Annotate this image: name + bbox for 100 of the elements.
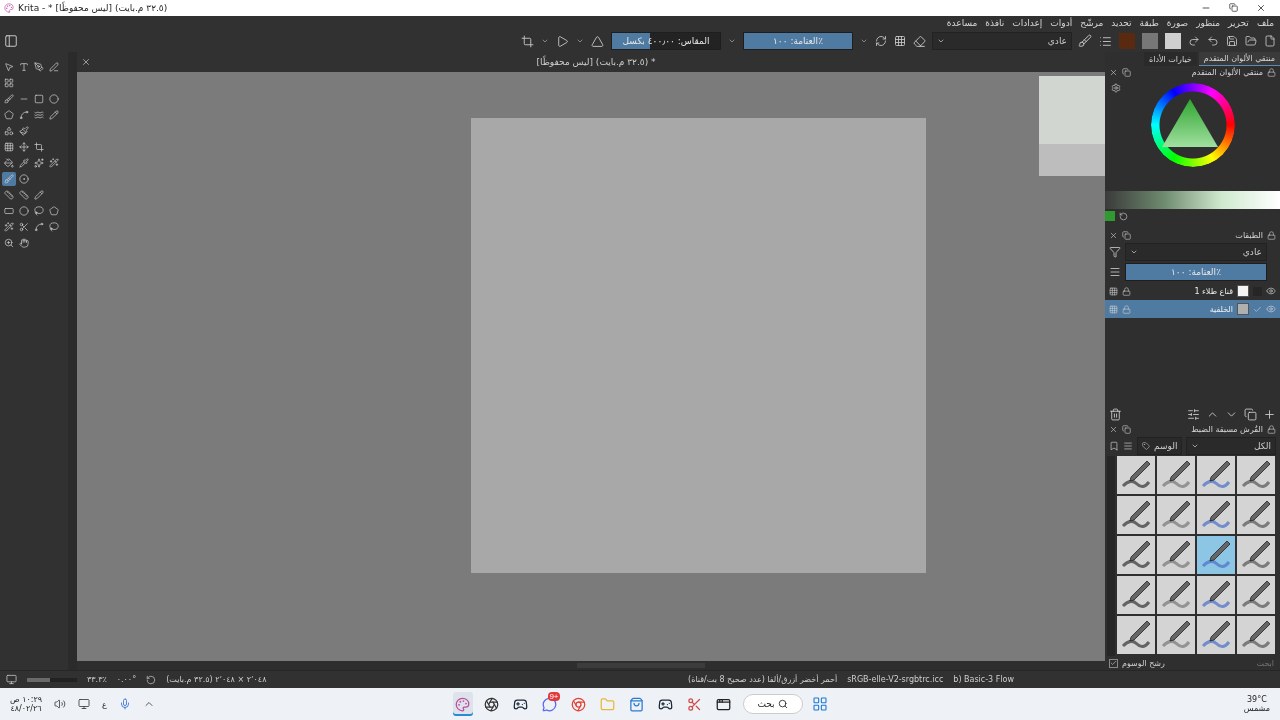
checker-icon[interactable] [894, 35, 906, 47]
layout-icon[interactable] [4, 34, 18, 48]
close-icon[interactable] [1109, 231, 1118, 240]
menu-item[interactable]: مساعدة [946, 18, 978, 28]
duplicate-icon[interactable] [1244, 407, 1257, 421]
brush-preset[interactable] [1237, 536, 1275, 574]
pen-tool[interactable] [32, 60, 46, 74]
smart-patch-tool[interactable] [32, 156, 46, 170]
measure-tool[interactable] [17, 188, 31, 202]
magnetic-select-tool[interactable] [47, 220, 61, 234]
brush-tool[interactable] [2, 172, 16, 186]
curve-tool[interactable] [17, 108, 31, 122]
lock-icon[interactable] [1122, 286, 1131, 296]
color-gradient-bar[interactable] [1105, 191, 1280, 209]
dock-tab[interactable]: خيارات الأداة [1144, 52, 1197, 66]
brush-preset[interactable] [1237, 456, 1275, 494]
search-field[interactable]: بحث [742, 694, 803, 714]
pencil-tool[interactable] [47, 108, 61, 122]
brush-preset[interactable] [1157, 576, 1195, 614]
close-icon[interactable] [1109, 425, 1118, 434]
check-icon[interactable] [1253, 304, 1262, 314]
ellipse-select-tool[interactable] [17, 204, 31, 218]
layer-blend-dropdown[interactable]: عادي [1125, 243, 1267, 261]
restore-button[interactable] [1229, 3, 1238, 13]
dock-tab[interactable]: منتقي الألوان المتقدم [1198, 52, 1280, 66]
new-file-icon[interactable] [1264, 35, 1276, 47]
start-icon[interactable] [811, 696, 828, 712]
menu-item[interactable]: منظور [1196, 18, 1221, 28]
delete-icon[interactable] [1109, 407, 1122, 421]
menu-item[interactable]: تحديد [1111, 18, 1132, 28]
undo-icon[interactable] [1207, 35, 1219, 47]
caret-icon[interactable] [860, 37, 868, 45]
brush-preset[interactable] [1157, 536, 1195, 574]
polygon-tool[interactable] [2, 108, 16, 122]
close-icon[interactable] [81, 57, 91, 67]
pattern-swatch[interactable] [1142, 33, 1158, 49]
brush-preset[interactable] [1197, 576, 1235, 614]
color-swatches[interactable] [1119, 33, 1135, 49]
checkbox[interactable] [1109, 658, 1118, 668]
float-icon[interactable] [1122, 425, 1131, 434]
monitor-icon[interactable] [78, 698, 91, 710]
brush-preset[interactable] [1197, 536, 1235, 574]
menu-item[interactable]: صورة [1166, 18, 1189, 28]
brush-preset[interactable] [1117, 536, 1155, 574]
close-button[interactable] [1256, 3, 1266, 13]
blend-mode-dropdown[interactable]: عادي [932, 32, 1072, 50]
reload-icon[interactable] [875, 35, 887, 47]
fill-tool[interactable] [2, 156, 16, 170]
brush-preset[interactable] [1197, 456, 1235, 494]
layer-row[interactable]: الخلفية [1105, 300, 1280, 318]
crop-icon[interactable] [521, 34, 534, 48]
magic-wand-tool[interactable] [2, 220, 16, 234]
zoom-slider[interactable] [27, 677, 77, 682]
caret-icon[interactable] [576, 37, 584, 45]
menu-item[interactable]: مرشّح [1080, 18, 1104, 28]
crop-tool[interactable] [32, 140, 46, 154]
eyedropper-tool[interactable] [17, 156, 31, 170]
taskbar-app[interactable]: 9+ [539, 692, 560, 716]
menu-item[interactable]: إعدادات [1012, 18, 1043, 28]
multibrush-tool[interactable] [2, 124, 16, 138]
open-icon[interactable] [1245, 35, 1257, 47]
menu-item[interactable]: نافذة [985, 18, 1005, 28]
speaker-icon[interactable] [54, 698, 67, 710]
reset-icon[interactable] [1119, 211, 1128, 221]
close-icon[interactable] [1109, 68, 1118, 77]
menu-item[interactable]: طبقة [1139, 18, 1159, 28]
brush-preset[interactable] [1237, 576, 1275, 614]
brush-preset[interactable] [1157, 616, 1195, 654]
calligraphy-tool[interactable] [47, 60, 61, 74]
rotate-icon[interactable] [146, 674, 157, 685]
tag-filter-dropdown[interactable]: الكل [1186, 437, 1276, 455]
language-indicator[interactable]: ع [102, 699, 107, 709]
filter-icon[interactable] [1109, 246, 1121, 258]
caret-icon[interactable] [728, 37, 736, 45]
float-icon[interactable] [1122, 68, 1131, 77]
rectangle-tool[interactable] [32, 92, 46, 106]
brush-preset-icon[interactable] [1078, 34, 1092, 48]
brush-preset[interactable] [1117, 456, 1155, 494]
colorize-tool[interactable] [17, 172, 31, 186]
eraser-icon[interactable] [913, 34, 926, 48]
text-tool[interactable] [17, 60, 31, 74]
add-icon[interactable] [1263, 407, 1276, 421]
brush-preset[interactable] [1117, 576, 1155, 614]
lasso-tool[interactable] [32, 204, 46, 218]
move-tool[interactable] [17, 140, 31, 154]
wand-tool[interactable] [47, 156, 61, 170]
bezier-select-tool[interactable] [32, 220, 46, 234]
caret-icon[interactable] [541, 37, 549, 45]
clock[interactable]: ١٠:٢٩ ص ٤٨/٠٢/٢٦ [10, 695, 43, 713]
tag-dropdown[interactable]: الوسم [1137, 437, 1182, 455]
menu-icon[interactable] [1109, 266, 1121, 278]
eye-icon[interactable] [1266, 286, 1276, 296]
mirror-icon[interactable] [591, 34, 604, 48]
gradient-swatch[interactable] [1165, 33, 1181, 49]
grid-tool[interactable] [2, 76, 16, 90]
bookmark-icon[interactable] [1109, 441, 1119, 451]
microphone-icon[interactable] [118, 698, 131, 710]
menu-item[interactable]: تحرير [1228, 18, 1249, 28]
layer-opacity-spinbox[interactable]: العتامة: ١٠٠٪ [1125, 263, 1267, 281]
flip-icon[interactable] [556, 34, 569, 48]
